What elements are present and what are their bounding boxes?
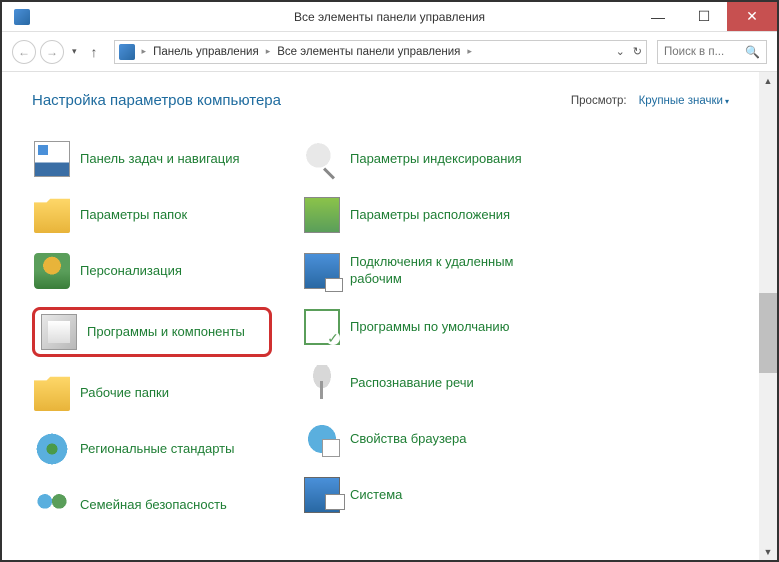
browser-icon (304, 421, 340, 457)
titlebar: Все элементы панели управления — ☐ ✕ (2, 2, 777, 32)
item-folder-options[interactable]: Параметры папок (32, 195, 272, 235)
content-area: Настройка параметров компьютера Просмотр… (2, 72, 777, 560)
remote-icon (304, 253, 340, 289)
item-family-safety[interactable]: Семейная безопасность (32, 485, 272, 525)
page-heading: Настройка параметров компьютера (32, 92, 281, 109)
work-folders-icon (34, 375, 70, 411)
folder-icon (34, 197, 70, 233)
back-button[interactable]: ← (12, 40, 36, 64)
item-programs-features[interactable]: Программы и компоненты (32, 307, 272, 357)
window-title: Все элементы панели управления (294, 10, 485, 24)
address-bar[interactable]: ▸ Панель управления ▸ Все элементы панел… (114, 40, 647, 64)
default-programs-icon (304, 309, 340, 345)
item-taskbar-navigation[interactable]: Панель задач и навигация (32, 139, 272, 179)
item-speech-recognition[interactable]: Распознавание речи (302, 363, 542, 403)
family-icon (34, 487, 70, 523)
scrollbar[interactable]: ▲ ▼ (759, 72, 777, 560)
item-location-settings[interactable]: Параметры расположения (302, 195, 542, 235)
up-button[interactable]: ↑ (85, 44, 104, 60)
globe-icon (34, 431, 70, 467)
item-default-programs[interactable]: Программы по умолчанию (302, 307, 542, 347)
taskbar-icon (34, 141, 70, 177)
item-regional-standards[interactable]: Региональные стандарты (32, 429, 272, 469)
chevron-right-icon[interactable]: ▸ (464, 46, 475, 57)
item-system[interactable]: Система (302, 475, 542, 515)
search-input[interactable] (664, 46, 744, 58)
search-icon[interactable]: 🔍 (745, 45, 760, 59)
item-remote-connections[interactable]: Подключения к удаленным рабочим (302, 251, 542, 291)
scroll-down-button[interactable]: ▼ (759, 543, 777, 560)
minimize-button[interactable]: — (635, 2, 681, 31)
refresh-button[interactable]: ↻ (633, 45, 642, 58)
close-button[interactable]: ✕ (727, 2, 777, 31)
view-label: Просмотр: (571, 95, 627, 107)
main-content: Настройка параметров компьютера Просмотр… (2, 72, 759, 560)
location-icon (304, 197, 340, 233)
window-controls: — ☐ ✕ (635, 2, 777, 31)
forward-button[interactable]: → (40, 40, 64, 64)
breadcrumb-root[interactable]: Панель управления (153, 46, 259, 58)
items-column-1: Панель задач и навигация Параметры папок… (32, 139, 272, 525)
item-indexing-options[interactable]: Параметры индексирования (302, 139, 542, 179)
search-box[interactable]: 🔍 (657, 40, 767, 64)
history-dropdown[interactable]: ▾ (68, 46, 81, 57)
item-personalization[interactable]: Персонализация (32, 251, 272, 291)
items-grid: Панель задач и навигация Параметры папок… (32, 139, 729, 525)
maximize-button[interactable]: ☐ (681, 2, 727, 31)
app-icon (14, 9, 30, 25)
personalization-icon (34, 253, 70, 289)
microphone-icon (304, 365, 340, 401)
chevron-down-icon: ▾ (725, 97, 729, 106)
scroll-thumb[interactable] (759, 293, 777, 373)
magnifier-icon (304, 141, 340, 177)
programs-icon (41, 314, 77, 350)
items-column-2: Параметры индексирования Параметры распо… (302, 139, 542, 525)
system-icon (304, 477, 340, 513)
chevron-right-icon[interactable]: ▸ (263, 46, 274, 57)
view-selector: Просмотр: Крупные значки▾ (571, 95, 729, 107)
toolbar: ← → ▾ ↑ ▸ Панель управления ▸ Все элемен… (2, 32, 777, 72)
address-dropdown[interactable]: ⌄ (616, 45, 625, 58)
scroll-track[interactable] (759, 89, 777, 543)
address-icon (119, 44, 135, 60)
scroll-up-button[interactable]: ▲ (759, 72, 777, 89)
header-row: Настройка параметров компьютера Просмотр… (32, 92, 729, 109)
chevron-right-icon[interactable]: ▸ (139, 46, 150, 57)
view-dropdown[interactable]: Крупные значки▾ (639, 95, 729, 107)
breadcrumb-current[interactable]: Все элементы панели управления (277, 46, 460, 58)
item-browser-properties[interactable]: Свойства браузера (302, 419, 542, 459)
item-work-folders[interactable]: Рабочие папки (32, 373, 272, 413)
